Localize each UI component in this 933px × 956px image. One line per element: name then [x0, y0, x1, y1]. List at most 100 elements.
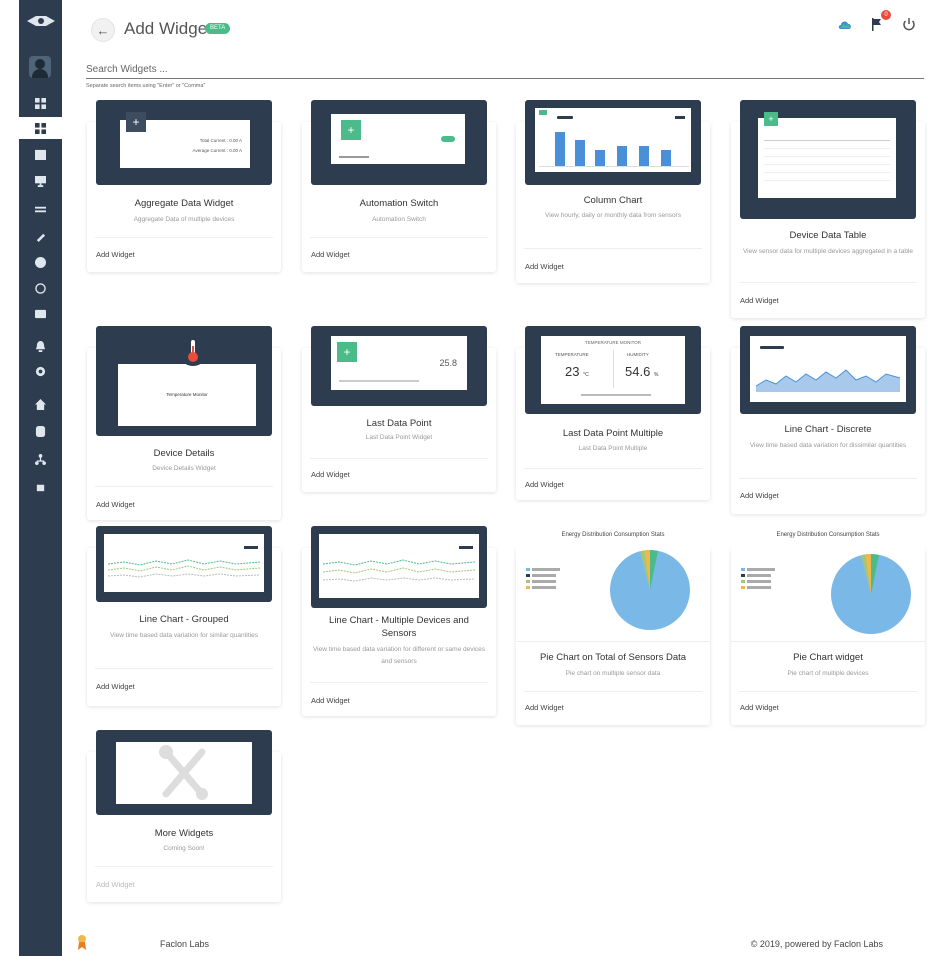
calendar-icon	[35, 149, 46, 160]
widget-description: Last Data Point Multiple	[578, 445, 648, 452]
database-icon	[35, 425, 46, 437]
sidebar-item-settings[interactable]	[19, 360, 62, 382]
thumb-heading: TEMPERATURE MONITOR	[584, 340, 642, 345]
table-rows	[764, 140, 890, 181]
sidebar-item-messages[interactable]	[19, 303, 62, 325]
monitor-icon	[35, 175, 46, 187]
search-hint: Separate search items using "Enter" or "…	[86, 83, 206, 89]
widget-title: Automation Switch	[359, 198, 439, 209]
back-button[interactable]: ←	[91, 18, 115, 42]
sidebar-item-extras[interactable]	[19, 476, 62, 498]
sidebar-item-monitor[interactable]	[19, 170, 62, 192]
thumbnail-device-details: Temperature Monitor	[96, 326, 272, 436]
divider	[739, 478, 917, 479]
add-widget-button[interactable]: Add Widget	[525, 703, 564, 712]
sidebar-item-alerts[interactable]	[19, 335, 62, 357]
widget-description: Coming Soon!	[163, 845, 205, 852]
add-widget-button[interactable]: Add Widget	[525, 262, 564, 271]
divider	[310, 458, 488, 459]
sidebar-item-widgets[interactable]	[19, 117, 62, 139]
divider	[739, 691, 917, 692]
widget-card-line-chart-grouped: Line Chart - Grouped View time based dat…	[87, 526, 281, 706]
network-icon	[35, 453, 46, 465]
brand-logo-icon[interactable]	[27, 14, 55, 28]
sidebar-item-home[interactable]	[19, 393, 62, 415]
multi-lines	[322, 546, 476, 582]
power-button[interactable]	[901, 16, 917, 32]
widget-description: View time based data variation for simil…	[109, 632, 258, 639]
thumb-value-humidity: 54.6 %	[625, 364, 658, 379]
cloud-status-button[interactable]	[837, 16, 853, 32]
add-widget-button[interactable]: Add Widget	[96, 500, 135, 509]
sidebar-item-calendar[interactable]	[19, 143, 62, 165]
widget-title: Line Chart - Discrete	[784, 424, 872, 435]
divider	[310, 682, 488, 683]
add-widget-button[interactable]: Add Widget	[311, 470, 350, 479]
add-widget-button[interactable]: Add Widget	[96, 682, 135, 691]
header-actions: 0	[837, 10, 917, 32]
widget-title: More Widgets	[154, 828, 214, 839]
power-icon	[903, 18, 915, 31]
sidebar-item-dashboard[interactable]	[19, 92, 62, 114]
add-widget-button-disabled: Add Widget	[96, 880, 135, 889]
line-chart-area	[755, 346, 901, 392]
notifications-button[interactable]: 0	[869, 10, 891, 32]
widget-card-aggregate-data: + Total Current : 0.00 A Average Current…	[87, 100, 281, 272]
widget-description: Device Details Widget	[152, 465, 216, 472]
footer-copyright: © 2019, powered by Faclon Labs	[750, 939, 883, 949]
widget-card-pie-chart: Energy Distribution Consumption Stats Pi…	[731, 528, 925, 725]
divider	[310, 237, 488, 238]
thumbnail-automation-switch: +	[311, 100, 487, 185]
sidebar-item-storage[interactable]	[19, 420, 62, 442]
widget-card-automation-switch: + Automation Switch Automation Switch Ad…	[302, 100, 496, 272]
thumb-pie-title: Energy Distribution Consumption Stats	[776, 532, 880, 538]
sidebar-item-tools[interactable]	[19, 225, 62, 247]
widget-card-device-details: Temperature Monitor Device Details Devic…	[87, 326, 281, 520]
divider	[95, 668, 273, 669]
sidebar-item-history[interactable]	[19, 277, 62, 299]
plus-icon: +	[764, 112, 778, 126]
puzzle-icon	[36, 484, 45, 491]
divider	[95, 866, 273, 867]
search-input[interactable]	[86, 61, 924, 79]
widget-description: Pie chart of multiple devices	[787, 670, 869, 677]
thumb-line	[339, 380, 419, 382]
widget-title: Column Chart	[583, 195, 643, 206]
widget-description: Last Data Point Widget	[365, 434, 433, 441]
thumbnail-column-chart	[525, 100, 701, 185]
add-widget-button[interactable]: Add Widget	[96, 250, 135, 259]
plus-icon: +	[341, 120, 361, 140]
add-widget-button[interactable]: Add Widget	[740, 703, 779, 712]
divider	[524, 248, 702, 249]
thumb-panel: + 25.8	[331, 336, 467, 390]
notification-count-badge: 0	[881, 10, 891, 20]
grouped-lines	[107, 546, 261, 578]
thumb-line	[339, 156, 369, 158]
add-widget-button[interactable]: Add Widget	[311, 696, 350, 705]
sidebar-item-devices[interactable]	[19, 198, 62, 220]
thumbnail-line-chart-grouped	[96, 526, 272, 602]
beta-badge: BETA	[205, 23, 231, 34]
thumb-device-name: Temperature Monitor	[166, 392, 208, 397]
widget-description: Automation Switch	[372, 216, 426, 223]
sidebar	[19, 0, 62, 956]
sidebar-item-network[interactable]	[19, 448, 62, 470]
user-avatar[interactable]	[29, 56, 51, 78]
sidebar-item-reports[interactable]	[19, 251, 62, 273]
add-widget-button[interactable]: Add Widget	[311, 250, 350, 259]
widget-description: Pie chart on multiple sensor data	[565, 670, 661, 677]
thumb-label-humidity: HUMIDITY	[627, 352, 649, 357]
temperature-value: 23	[565, 364, 580, 379]
award-icon	[78, 935, 86, 950]
add-widget-button[interactable]: Add Widget	[740, 296, 779, 305]
pie-chart-graphic	[741, 554, 911, 634]
thumb-temperature-value: 25.8	[439, 358, 457, 368]
thumb-value-temperature: 23 °C	[565, 364, 589, 379]
thumb-panel	[116, 742, 252, 804]
thumb-total-current: Total Current : 0.00 A	[199, 138, 242, 143]
divider	[524, 691, 702, 692]
widgets-icon	[35, 122, 46, 134]
thumb-divider	[613, 350, 614, 388]
add-widget-button[interactable]: Add Widget	[525, 480, 564, 489]
add-widget-button[interactable]: Add Widget	[740, 491, 779, 500]
